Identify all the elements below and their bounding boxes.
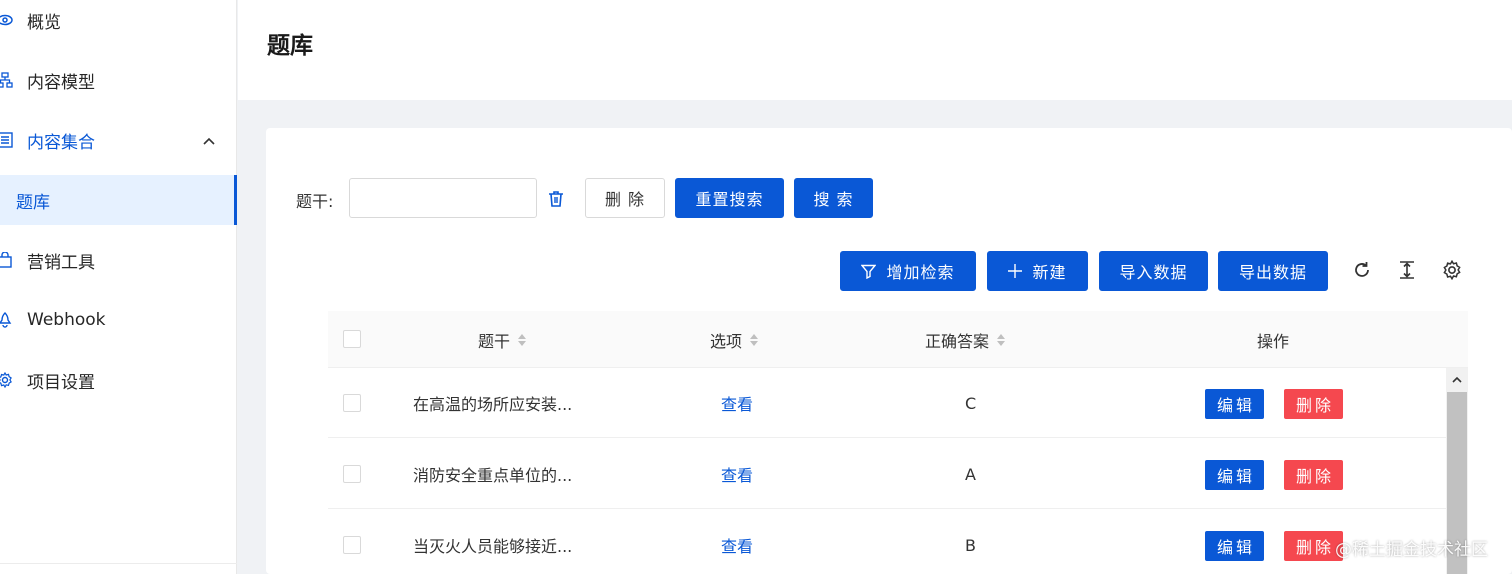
export-button[interactable]: 导出数据 bbox=[1218, 251, 1328, 291]
sidebar-item-overview[interactable]: 概览 bbox=[0, 0, 237, 45]
sidebar-item-label: 营销工具 bbox=[27, 252, 95, 273]
view-options-link[interactable]: 查看 bbox=[721, 368, 753, 438]
trash-icon[interactable] bbox=[546, 188, 566, 210]
sidebar-item-label: 内容模型 bbox=[27, 72, 95, 93]
sort-icon[interactable] bbox=[518, 333, 527, 346]
row-checkbox[interactable] bbox=[343, 536, 361, 554]
sitemap-icon bbox=[0, 72, 13, 88]
table-row: 在高温的场所应安装... 查看 C 编辑 删除 bbox=[328, 368, 1446, 438]
sidebar-item-content-model[interactable]: 内容模型 bbox=[0, 55, 237, 105]
stem-search-input[interactable] bbox=[349, 178, 537, 218]
column-header-label: 题干 bbox=[478, 331, 511, 351]
column-header-stem[interactable]: 题干 bbox=[478, 311, 527, 368]
sidebar-item-label: 内容集合 bbox=[27, 132, 95, 153]
select-all-checkbox[interactable] bbox=[343, 330, 361, 348]
table-row: 消防安全重点单位的... 查看 A 编辑 删除 bbox=[328, 439, 1446, 509]
column-header-label: 正确答案 bbox=[925, 331, 990, 351]
watermark: @稀土掘金技术社区 bbox=[1335, 540, 1488, 560]
chevron-up-icon[interactable] bbox=[203, 130, 215, 150]
search-button[interactable]: 搜 索 bbox=[794, 178, 873, 218]
reset-search-button[interactable]: 重置搜索 bbox=[675, 178, 784, 218]
scroll-up-icon[interactable] bbox=[1446, 368, 1468, 390]
column-header-options[interactable]: 选项 bbox=[710, 311, 759, 368]
row-checkbox[interactable] bbox=[343, 465, 361, 483]
divider bbox=[0, 563, 237, 564]
webhook-icon bbox=[0, 312, 13, 328]
answer-cell: B bbox=[965, 535, 976, 555]
list-icon bbox=[0, 132, 13, 148]
filter-icon bbox=[861, 264, 877, 279]
sidebar-item-label: 概览 bbox=[27, 12, 61, 33]
stem-cell: 在高温的场所应安装... bbox=[413, 395, 573, 414]
column-header-label: 选项 bbox=[710, 331, 743, 351]
edit-button[interactable]: 编辑 bbox=[1205, 460, 1264, 490]
edit-button[interactable]: 编辑 bbox=[1205, 389, 1264, 419]
sidebar-item-label: 项目设置 bbox=[27, 372, 95, 393]
column-header-label: 操作 bbox=[1257, 331, 1290, 351]
row-checkbox[interactable] bbox=[343, 394, 361, 412]
sort-icon[interactable] bbox=[750, 333, 759, 346]
gear-icon bbox=[0, 372, 13, 388]
clear-button[interactable]: 删 除 bbox=[585, 178, 665, 218]
view-options-link[interactable]: 查看 bbox=[721, 439, 753, 509]
column-header-answer[interactable]: 正确答案 bbox=[925, 311, 1006, 368]
import-button[interactable]: 导入数据 bbox=[1099, 251, 1208, 291]
stem-cell: 消防安全重点单位的... bbox=[413, 466, 573, 485]
sidebar: 概览 内容模型 内容集合 题库 营销工具 Webhook 项目设置 bbox=[0, 0, 237, 574]
eye-icon bbox=[0, 12, 13, 28]
add-filter-button[interactable]: 增加检索 bbox=[840, 251, 976, 291]
answer-cell: A bbox=[965, 464, 976, 484]
sidebar-item-content-collection[interactable]: 内容集合 bbox=[0, 115, 237, 165]
content-card: 题干: 删 除 重置搜索 搜 索 增加检索 新建 导入数据 导出数据 题干 选项… bbox=[266, 128, 1512, 574]
sidebar-item-webhook[interactable]: Webhook bbox=[0, 295, 237, 345]
delete-button[interactable]: 删除 bbox=[1284, 460, 1343, 490]
delete-button[interactable]: 删除 bbox=[1284, 389, 1343, 419]
add-filter-label: 增加检索 bbox=[886, 263, 955, 282]
sidebar-item-project-settings[interactable]: 项目设置 bbox=[0, 355, 237, 405]
view-options-link[interactable]: 查看 bbox=[721, 510, 753, 574]
table-header: 题干 选项 正确答案 操作 bbox=[328, 311, 1468, 368]
new-label: 新建 bbox=[1032, 263, 1067, 282]
settings-icon[interactable] bbox=[1440, 258, 1464, 282]
page-header: 题库 bbox=[238, 0, 1512, 100]
plus-icon bbox=[1008, 264, 1023, 278]
table-row: 当灭火人员能够接近... 查看 B 编辑 删除 bbox=[328, 510, 1446, 574]
new-button[interactable]: 新建 bbox=[987, 251, 1088, 291]
search-label: 题干: bbox=[296, 192, 334, 211]
sidebar-item-label: Webhook bbox=[27, 310, 106, 330]
answer-cell: C bbox=[965, 393, 977, 413]
page-title: 题库 bbox=[267, 33, 313, 59]
refresh-icon[interactable] bbox=[1350, 258, 1374, 282]
column-height-icon[interactable] bbox=[1395, 258, 1419, 282]
sort-icon[interactable] bbox=[997, 333, 1006, 346]
sidebar-item-label: 题库 bbox=[16, 192, 50, 213]
column-header-actions: 操作 bbox=[1257, 311, 1289, 368]
question-table: 题干 选项 正确答案 操作 在高温的场所应安装... 查看 C 编辑 删除 消防… bbox=[328, 311, 1468, 574]
sidebar-item-question-bank[interactable]: 题库 bbox=[0, 175, 237, 225]
edit-button[interactable]: 编辑 bbox=[1205, 531, 1264, 561]
shopping-bag-icon bbox=[0, 252, 13, 268]
sidebar-item-marketing-tools[interactable]: 营销工具 bbox=[0, 235, 237, 285]
stem-cell: 当灭火人员能够接近... bbox=[413, 537, 573, 556]
